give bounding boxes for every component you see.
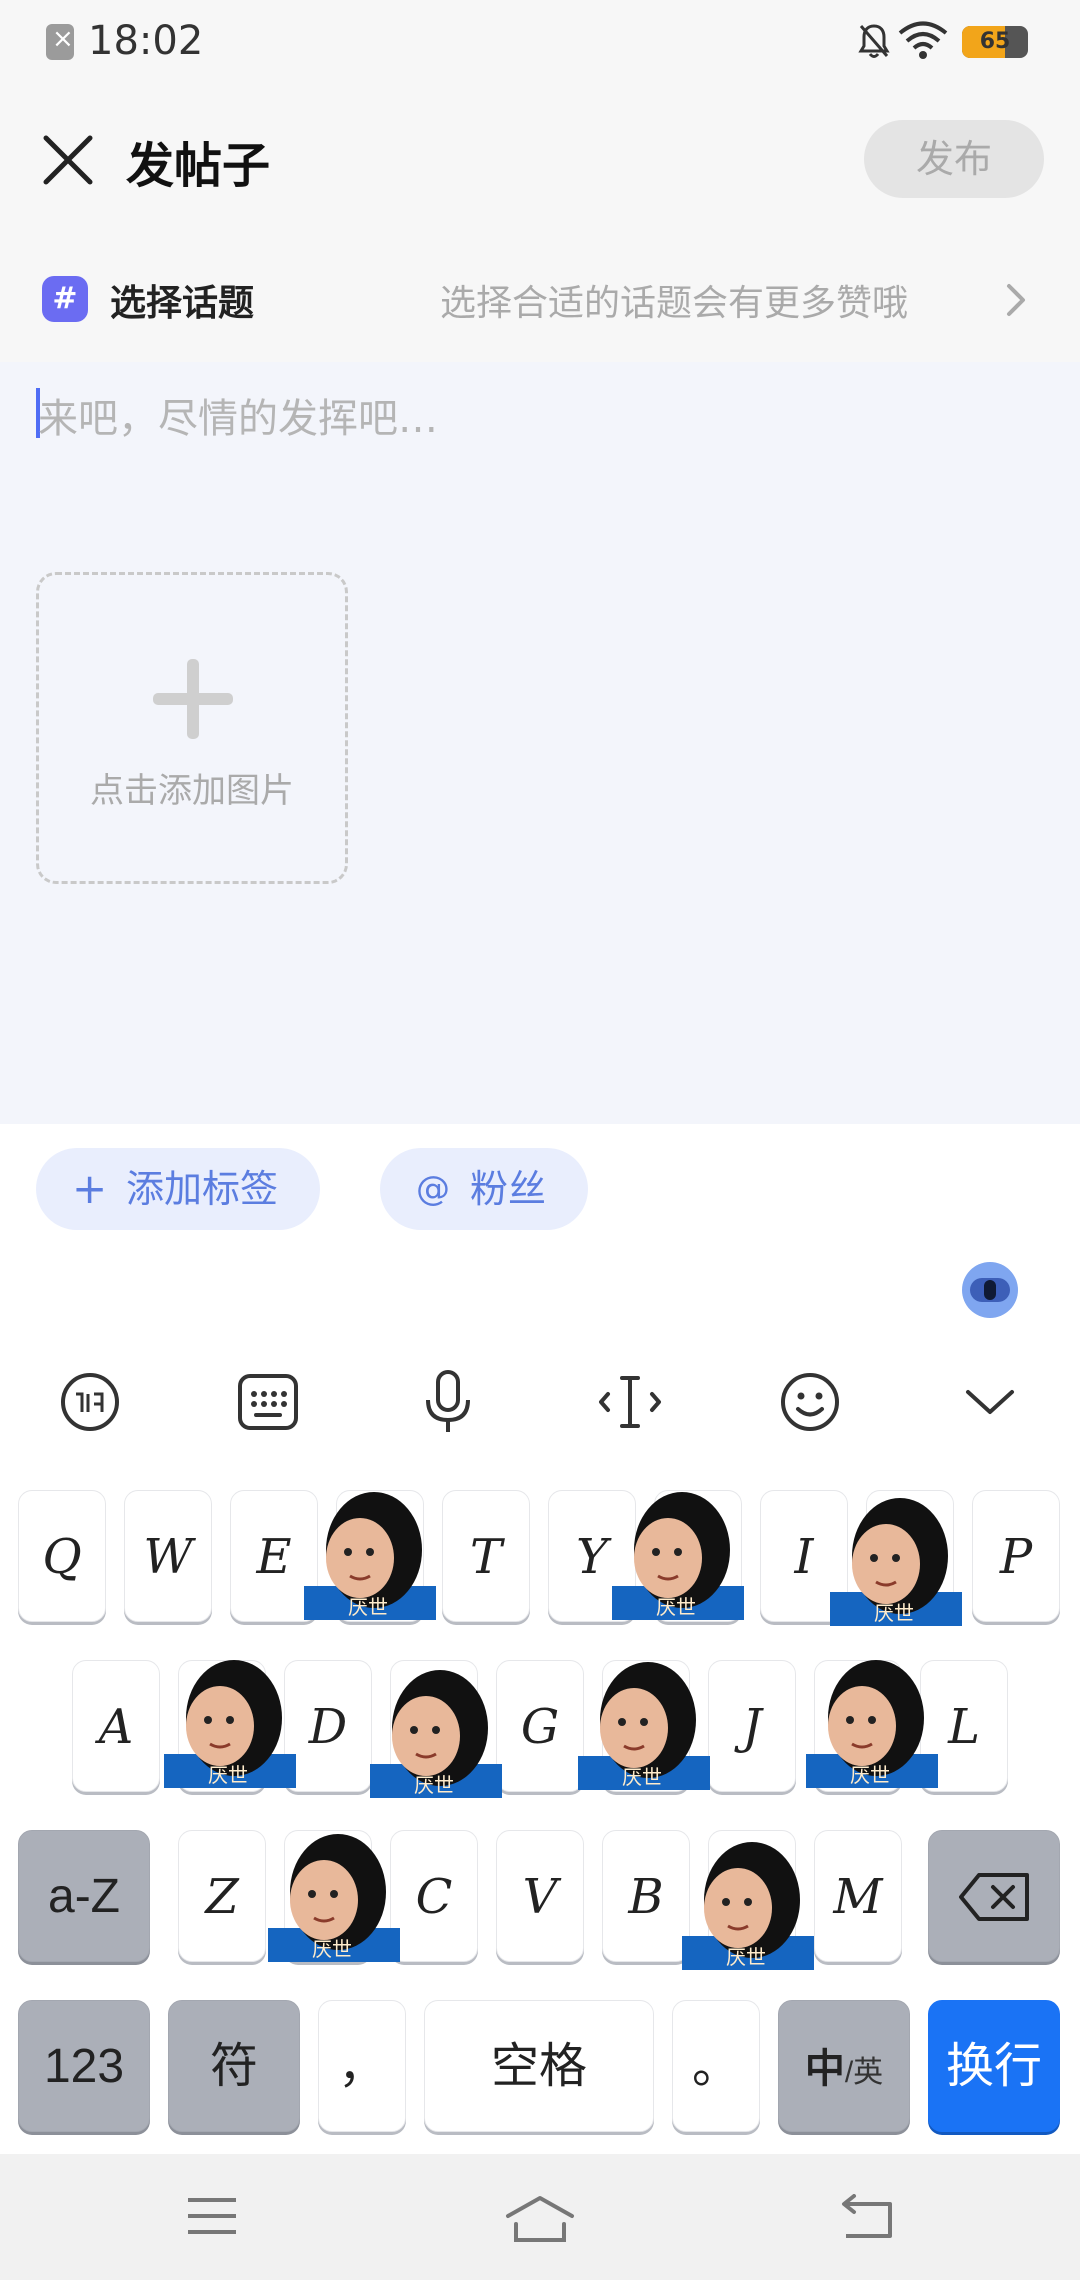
- bell-muted-icon: [858, 24, 890, 58]
- post-editor[interactable]: 来吧，尽情的发挥吧… 点击添加图片: [0, 362, 1080, 1124]
- key-a[interactable]: A: [72, 1660, 160, 1792]
- close-icon[interactable]: [40, 132, 96, 188]
- svg-text:厌世: 厌世: [622, 1765, 662, 1789]
- numbers-key[interactable]: 123: [18, 2000, 150, 2132]
- status-time: 18:02: [88, 18, 204, 64]
- key-d[interactable]: D: [284, 1660, 372, 1792]
- collapse-keyboard-icon[interactable]: [952, 1364, 1028, 1440]
- navigation-bar: [0, 2154, 1080, 2280]
- keyboard: Q W E T Y I P A D G J L a-Z Z C V B M 12…: [0, 1254, 1080, 2154]
- sticker-face: 厌世: [682, 1842, 814, 1970]
- key-v[interactable]: V: [496, 1830, 584, 1962]
- svg-text:厌世: 厌世: [208, 1763, 248, 1787]
- comma-key[interactable]: ，: [318, 2000, 406, 2132]
- wifi-icon: [898, 21, 948, 59]
- sticker-face: 厌世: [578, 1662, 710, 1790]
- plus-icon: [153, 659, 233, 739]
- mic-icon[interactable]: [410, 1364, 486, 1440]
- sticker-face: 厌世: [268, 1834, 400, 1962]
- battery-indicator: 65: [962, 26, 1028, 58]
- sticker-face: 厌世: [830, 1498, 962, 1626]
- key-b[interactable]: B: [602, 1830, 690, 1962]
- plus-icon: +: [72, 1164, 108, 1213]
- chevron-right-icon: [1007, 284, 1025, 316]
- key-j[interactable]: J: [708, 1660, 796, 1792]
- sim-icon: [46, 24, 74, 60]
- page-title: 发帖子: [126, 138, 271, 194]
- space-key[interactable]: 空格: [424, 2000, 654, 2132]
- voice-input-icon[interactable]: [52, 1364, 128, 1440]
- at-icon: @: [416, 1169, 450, 1209]
- backspace-key[interactable]: [928, 1830, 1060, 1962]
- svg-text:厌世: 厌世: [348, 1595, 388, 1619]
- svg-text:厌世: 厌世: [874, 1601, 914, 1625]
- sticker-face: 厌世: [612, 1492, 744, 1620]
- emoji-icon[interactable]: [772, 1364, 848, 1440]
- back-icon[interactable]: [840, 2194, 896, 2240]
- mention-fans-button[interactable]: @ 粉丝: [380, 1148, 588, 1230]
- topic-selector-row[interactable]: # 选择话题 选择合适的话题会有更多赞哦: [0, 236, 1080, 362]
- key-z[interactable]: Z: [178, 1830, 266, 1962]
- period-key[interactable]: 。: [672, 2000, 760, 2132]
- key-c[interactable]: C: [390, 1830, 478, 1962]
- language-switch-key[interactable]: 中/英: [778, 2000, 910, 2132]
- key-p[interactable]: P: [972, 1490, 1060, 1622]
- lang-sub-label: /英: [844, 2056, 884, 2089]
- key-q[interactable]: Q: [18, 1490, 106, 1622]
- topic-label: 选择话题: [110, 283, 255, 324]
- add-tag-button[interactable]: + 添加标签: [36, 1148, 320, 1230]
- sticker-face: 厌世: [164, 1660, 296, 1788]
- svg-text:厌世: 厌世: [726, 1945, 766, 1969]
- lang-main-label: 中: [804, 2047, 845, 2091]
- symbols-key[interactable]: 符: [168, 2000, 300, 2132]
- add-image-button[interactable]: 点击添加图片: [36, 572, 348, 884]
- post-text-input[interactable]: 来吧，尽情的发挥吧…: [38, 386, 438, 444]
- cursor-icon[interactable]: [592, 1364, 668, 1440]
- chips-row: + 添加标签 @ 粉丝: [0, 1124, 1080, 1254]
- sticker-face: 厌世: [806, 1660, 938, 1788]
- enter-key[interactable]: 换行: [928, 2000, 1060, 2132]
- add-tag-label: 添加标签: [126, 1167, 279, 1211]
- menu-icon[interactable]: [184, 2194, 240, 2238]
- key-w[interactable]: W: [124, 1490, 212, 1622]
- status-bar: 18:02 65: [0, 0, 1080, 86]
- keyboard-icon[interactable]: [230, 1364, 306, 1440]
- sticker-face: 厌世: [370, 1670, 502, 1798]
- screen: 18:02 65 发帖子 发布 # 选择话题 选择合适的话题会有更多赞哦: [0, 0, 1080, 2280]
- fans-label: 粉丝: [470, 1167, 547, 1211]
- publish-button[interactable]: 发布: [864, 120, 1044, 198]
- key-t[interactable]: T: [442, 1490, 530, 1622]
- case-toggle-key[interactable]: a-Z: [18, 1830, 150, 1962]
- topic-hint: 选择合适的话题会有更多赞哦: [440, 283, 909, 324]
- key-g[interactable]: G: [496, 1660, 584, 1792]
- header: 发帖子 发布: [0, 86, 1080, 236]
- battery-level-text: 65: [979, 29, 1011, 54]
- key-m[interactable]: M: [814, 1830, 902, 1962]
- home-icon[interactable]: [504, 2194, 576, 2244]
- backspace-icon: [959, 1873, 1029, 1921]
- add-image-label: 点击添加图片: [90, 771, 294, 811]
- svg-text:厌世: 厌世: [414, 1773, 454, 1797]
- hash-icon: #: [42, 276, 88, 322]
- sticker-face: 厌世: [304, 1492, 436, 1620]
- svg-text:厌世: 厌世: [312, 1937, 352, 1961]
- svg-text:厌世: 厌世: [656, 1595, 696, 1619]
- svg-text:厌世: 厌世: [850, 1763, 890, 1787]
- keyboard-toolbar: [0, 1354, 1080, 1450]
- assistant-icon[interactable]: [962, 1262, 1018, 1318]
